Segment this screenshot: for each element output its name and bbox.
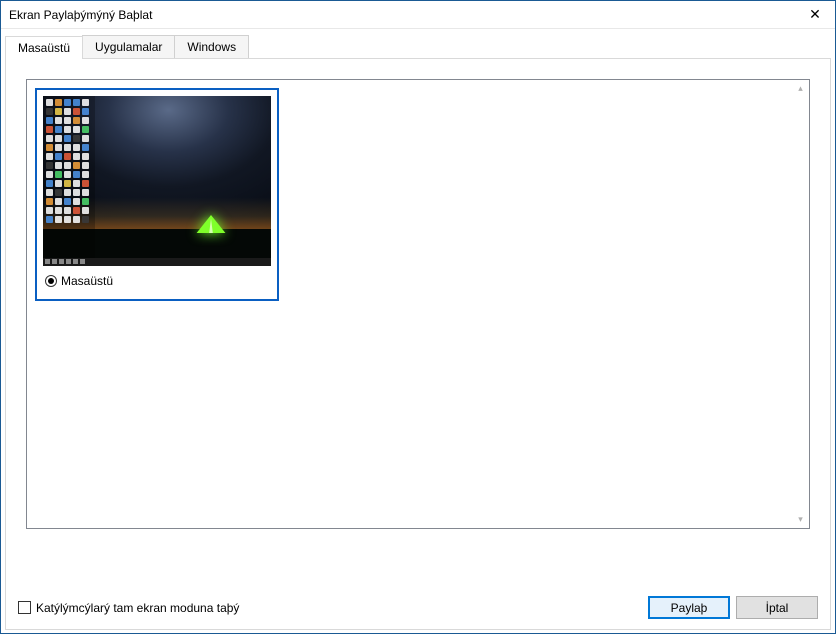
close-icon: ✕ (809, 6, 821, 23)
cancel-button[interactable]: İptal (736, 596, 818, 619)
tab-panel: Masaüstü ▴ ▾ Katýlýmcýlarý tam ekran mod… (5, 58, 831, 630)
share-button[interactable]: Paylaþ (648, 596, 730, 619)
footer-row: Katýlýmcýlarý tam ekran moduna taþý Payl… (18, 596, 818, 619)
close-button[interactable]: ✕ (795, 1, 835, 29)
scroll-down-icon[interactable]: ▾ (792, 511, 809, 528)
screen-item-desktop[interactable]: Masaüstü (35, 88, 279, 301)
screen-item-radio[interactable]: Masaüstü (43, 274, 271, 288)
dialog-content: Masaüstü Uygulamalar Windows (1, 29, 835, 630)
checkbox-icon (18, 601, 31, 614)
checkbox-label: Katýlýmcýlarý tam ekran moduna taþý (36, 601, 239, 615)
tab-strip: Masaüstü Uygulamalar Windows (5, 35, 831, 58)
radio-selected-icon (45, 275, 57, 287)
scrollbar[interactable]: ▴ ▾ (792, 80, 809, 528)
window-title: Ekran Paylaþýmýný Baþlat (9, 8, 795, 22)
tab-apps[interactable]: Uygulamalar (82, 35, 175, 58)
selection-list: Masaüstü ▴ ▾ (26, 79, 810, 529)
tab-windows[interactable]: Windows (174, 35, 249, 58)
desktop-icons (43, 96, 95, 266)
screen-item-label: Masaüstü (61, 274, 113, 288)
fullscreen-checkbox[interactable]: Katýlýmcýlarý tam ekran moduna taþý (18, 601, 239, 615)
desktop-thumbnail (43, 96, 271, 266)
tab-desktop[interactable]: Masaüstü (5, 36, 83, 59)
thumbnail-taskbar (43, 258, 271, 266)
scroll-up-icon[interactable]: ▴ (792, 80, 809, 97)
tent-icon (193, 213, 229, 235)
window-titlebar: Ekran Paylaþýmýný Baþlat ✕ (1, 1, 835, 29)
